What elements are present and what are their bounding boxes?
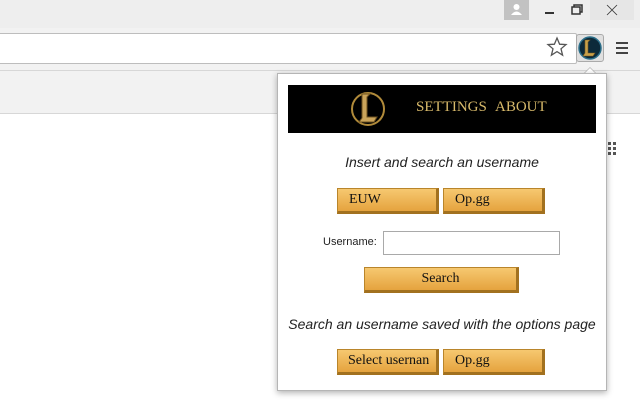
saved-site-select-button[interactable]: Op.gg (443, 349, 545, 375)
star-icon (546, 36, 568, 57)
profile-button[interactable] (504, 0, 529, 20)
minimize-icon (545, 12, 554, 14)
restore-icon (571, 4, 583, 15)
close-button[interactable] (590, 0, 634, 20)
lol-logo (351, 92, 385, 126)
address-bar[interactable] (0, 33, 577, 64)
minimize-button[interactable] (537, 0, 562, 20)
settings-link[interactable]: SETTINGS (416, 99, 487, 116)
saved-username-select[interactable]: Select usernan (337, 349, 439, 375)
close-icon (606, 4, 618, 16)
restore-button[interactable] (563, 0, 588, 20)
window-titlebar (0, 0, 640, 28)
extension-popup: SETTINGS ABOUT Insert and search an user… (277, 73, 607, 391)
username-input[interactable] (383, 231, 560, 255)
about-link[interactable]: ABOUT (495, 99, 547, 116)
search-instruction: Insert and search an username (345, 154, 539, 170)
extension-button[interactable] (576, 34, 604, 62)
bookmark-star-button[interactable] (546, 36, 568, 58)
popup-banner: SETTINGS ABOUT (288, 85, 596, 133)
region-select-button[interactable]: EUW (337, 188, 439, 214)
chrome-menu-button[interactable] (612, 38, 632, 58)
search-button[interactable]: Search (364, 267, 519, 293)
username-label: Username: (323, 236, 377, 248)
hamburger-menu-icon (616, 42, 628, 54)
lol-logo-icon (578, 36, 602, 60)
browser-toolbar (0, 28, 640, 71)
saved-username-instruction: Search an username saved with the option… (288, 316, 596, 332)
site-select-button[interactable]: Op.gg (443, 188, 545, 214)
profile-icon (511, 4, 522, 15)
